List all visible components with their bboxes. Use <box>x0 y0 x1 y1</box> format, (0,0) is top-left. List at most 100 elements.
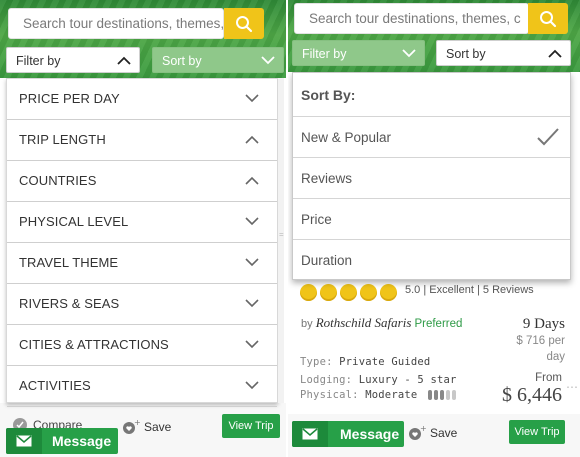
message-label: Message <box>52 433 112 449</box>
sort-menu-heading: Sort By: <box>293 73 570 117</box>
rating-stars <box>300 284 397 301</box>
sort-option[interactable]: Price <box>293 199 570 240</box>
save-heart-icon: + <box>123 419 140 434</box>
physical-level-bar <box>433 390 438 400</box>
chevron-up-icon <box>245 176 259 185</box>
save-label: Save <box>144 420 172 434</box>
physical-level-bar <box>451 390 456 400</box>
rating-value: 5.0 <box>405 284 421 296</box>
checkmark-icon <box>537 128 559 146</box>
by-label: by <box>301 318 313 330</box>
physical-level-bar <box>427 390 432 400</box>
filter-by-label: Filter by <box>16 54 61 68</box>
per-day-price: $ 716 per day <box>495 333 565 365</box>
search-button[interactable] <box>528 3 568 34</box>
trip-price: $ 6,446 <box>502 384 562 406</box>
svg-text:+: + <box>134 419 140 427</box>
filter-by-label: Filter by <box>302 47 347 61</box>
operator-line: by Rothschild Safaris Preferred <box>301 315 462 331</box>
filter-item[interactable]: TRIP LENGTH <box>7 120 277 161</box>
rating-word: Excellent <box>429 284 474 296</box>
filter-item[interactable]: COUNTRIES <box>7 161 277 202</box>
filter-item-label: TRAVEL THEME <box>19 255 119 270</box>
filter-item-label: ACTIVITIES <box>19 378 91 393</box>
view-trip-button[interactable]: View Trip <box>509 420 565 444</box>
chevron-down-icon <box>245 94 259 103</box>
star-icon <box>300 284 317 301</box>
rating-summary: 5.0 | Excellent | 5 Reviews <box>405 284 534 296</box>
sort-by-label: Sort by <box>162 54 202 68</box>
trip-lodging: Lodging: Luxury - 5 star <box>300 374 457 386</box>
filter-item[interactable]: ACTIVITIES <box>7 366 277 407</box>
sort-menu: Sort By: New & Popular Reviews Price Durati… <box>292 72 571 280</box>
chevron-up-icon <box>548 49 562 58</box>
message-button[interactable]: Message <box>6 428 118 454</box>
chevron-up-icon <box>245 135 259 144</box>
save-button[interactable]: + Save <box>408 425 457 441</box>
physical-level-bar <box>439 390 444 400</box>
physical-level-bars <box>427 390 456 400</box>
star-icon <box>360 284 377 301</box>
type-value: Private Guided <box>339 356 431 368</box>
filter-by-dropdown[interactable]: Filter by <box>292 40 425 66</box>
chevron-down-icon <box>245 299 259 308</box>
save-label: Save <box>430 426 458 440</box>
trip-duration: 9 Days <box>522 316 565 332</box>
search-icon <box>540 10 557 27</box>
filter-item[interactable]: CITIES & ATTRACTIONS <box>7 325 277 366</box>
filter-item-label: COUNTRIES <box>19 173 97 188</box>
filter-item[interactable]: TRAVEL THEME <box>7 243 277 284</box>
filter-item[interactable]: PRICE PER DAY <box>7 79 277 120</box>
sort-by-dropdown[interactable]: Sort by <box>152 47 284 73</box>
svg-text:+: + <box>420 425 426 433</box>
search-icon <box>236 15 253 32</box>
filter-item-label: CITIES & ATTRACTIONS <box>19 337 169 352</box>
preferred-badge: Preferred <box>414 318 463 330</box>
reviews-link[interactable]: 5 Reviews <box>483 284 534 296</box>
filter-item-label: PHYSICAL LEVEL <box>19 214 129 229</box>
sort-option-label: Price <box>301 212 332 227</box>
type-label: Type: <box>300 356 333 368</box>
chevron-down-icon <box>402 49 416 58</box>
per-day-unit: day <box>546 351 565 363</box>
chevron-down-icon <box>245 340 259 349</box>
filter-by-dropdown[interactable]: Filter by <box>6 47 140 73</box>
operator-name[interactable]: Rothschild Safaris <box>316 315 412 330</box>
more-icon[interactable]: ⋯ <box>566 380 578 394</box>
lodging-label: Lodging: <box>300 374 353 386</box>
search-input[interactable]: Search tour destinations, themes, c <box>8 8 224 39</box>
trip-type: Type: Private Guided <box>300 356 430 368</box>
save-heart-icon: + <box>409 425 426 440</box>
chevron-down-icon <box>245 381 259 390</box>
sort-option[interactable]: New & Popular <box>293 117 570 158</box>
star-icon <box>340 284 357 301</box>
from-label: From <box>535 372 562 384</box>
sort-option[interactable]: Duration <box>293 240 570 281</box>
right-panel: Search tour destinations, themes, c Filt… <box>288 0 580 457</box>
message-button[interactable]: Message <box>292 421 404 447</box>
chevron-up-icon <box>117 56 131 65</box>
physical-level-bar <box>445 390 450 400</box>
filter-item[interactable]: RIVERS & SEAS <box>7 284 277 325</box>
filter-item[interactable]: PHYSICAL LEVEL <box>7 202 277 243</box>
chevron-down-icon <box>245 258 259 267</box>
left-panel: Search tour destinations, themes, c Filt… <box>0 0 286 457</box>
chevron-down-icon <box>245 217 259 226</box>
view-trip-button[interactable]: View Trip <box>222 414 280 438</box>
sort-option-label: Duration <box>301 253 353 268</box>
lodging-value: Luxury - 5 star <box>358 374 457 386</box>
physical-value: Moderate <box>365 389 418 401</box>
sort-option[interactable]: Reviews <box>293 158 570 199</box>
chevron-down-icon <box>261 56 275 65</box>
filter-item-label: PRICE PER DAY <box>19 91 120 106</box>
scrollbar-grip[interactable]: = <box>279 230 284 242</box>
sort-option-label: New & Popular <box>301 130 392 145</box>
search-input[interactable]: Search tour destinations, themes, c <box>294 3 529 34</box>
save-button[interactable]: + Save <box>122 419 171 435</box>
star-icon <box>320 284 337 301</box>
message-label: Message <box>340 426 400 442</box>
sort-by-dropdown[interactable]: Sort by <box>436 40 571 66</box>
search-button[interactable] <box>224 8 264 39</box>
per-day-amount: $ 716 per <box>516 335 565 347</box>
filter-list: PRICE PER DAY TRIP LENGTH COUNTRIES PHYSICA… <box>6 78 278 407</box>
